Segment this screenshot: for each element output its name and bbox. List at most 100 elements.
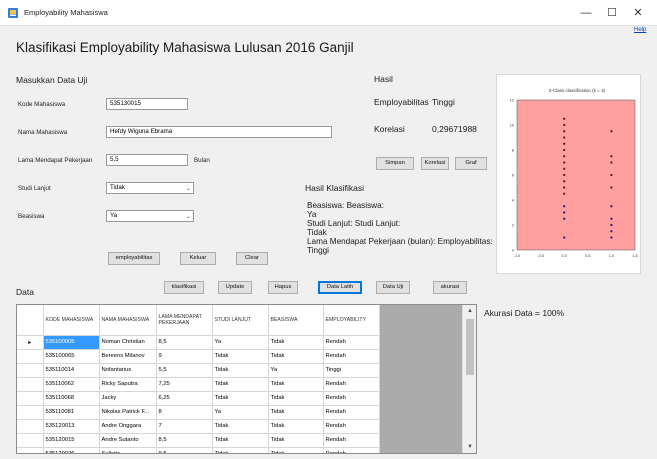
table-row[interactable]: 535110014 Nofantarius 5,5 Tidak Ya Tinggi	[17, 363, 380, 378]
column-header[interactable]: KODE MAHASISWA	[43, 305, 100, 336]
graf-button[interactable]: Graf	[455, 157, 487, 170]
table-cell[interactable]: Ya	[212, 405, 269, 420]
table-cell[interactable]: 535120013	[43, 419, 100, 434]
studi-combo[interactable]: Tidak ⌄	[106, 182, 194, 194]
korelasi-button[interactable]: Korelasi	[421, 157, 449, 170]
nama-input[interactable]: Hefdy Wiguna Ebrama	[106, 126, 332, 138]
table-row[interactable]: 535120015 Andre Sutanto 8,5 Tidak Tidak Renda…	[17, 433, 380, 448]
table-cell[interactable]: Rendah	[323, 419, 380, 434]
minimize-button[interactable]: —	[573, 4, 599, 22]
table-row[interactable]: 535110068 Jacky 6,25 Tidak Tidak Rendah	[17, 391, 380, 406]
table-cell[interactable]: Tidak	[268, 349, 324, 364]
data-latih-button[interactable]: Data Latih	[318, 281, 362, 294]
table-cell[interactable]: Tidak	[212, 447, 269, 453]
table-cell[interactable]: 535120015	[43, 433, 100, 448]
table-cell[interactable]: Ya	[268, 363, 324, 378]
table-cell[interactable]: 535110014	[43, 363, 100, 378]
scroll-up-icon[interactable]: ▲	[463, 305, 477, 317]
table-cell[interactable]: 8,5	[156, 433, 213, 448]
table-cell[interactable]: Rendah	[323, 377, 380, 392]
simpan-button[interactable]: Simpan	[376, 157, 414, 170]
table-cell[interactable]: 8	[156, 405, 213, 420]
column-header[interactable]: EMPLOYABILITY	[323, 305, 380, 336]
table-cell[interactable]: 535120026	[43, 447, 100, 453]
row-header[interactable]	[17, 363, 44, 378]
table-row[interactable]: 535100065 Bereens Milanov 9 Tidak Tidak Renda…	[17, 349, 380, 364]
table-cell[interactable]: Nikolas Patrick F...	[99, 405, 157, 420]
table-row[interactable]: 535120013 Andre Onggara 7 Tidak Tidak Rendah	[17, 419, 380, 434]
row-header[interactable]	[17, 433, 44, 448]
lama-input[interactable]: 5,5	[106, 154, 188, 166]
column-header[interactable]: LAMA MENDAPAT PEKERJAAN	[156, 305, 213, 336]
row-header[interactable]	[17, 447, 44, 453]
vertical-scrollbar[interactable]: ▲ ▼	[462, 305, 476, 453]
row-header[interactable]	[17, 405, 44, 420]
table-cell[interactable]: 535100005	[43, 335, 100, 350]
klasifikasi-button[interactable]: klasifikasi	[164, 281, 204, 294]
table-cell[interactable]: 8,5	[156, 335, 213, 350]
table-cell[interactable]: 9	[156, 349, 213, 364]
table-cell[interactable]: Tidak	[268, 433, 324, 448]
column-header[interactable]: NAMA MAHASISWA	[99, 305, 157, 336]
table-cell[interactable]: Ricky Saputra	[99, 377, 157, 392]
row-header[interactable]	[17, 391, 44, 406]
table-cell[interactable]: Tinggi	[323, 363, 380, 378]
table-cell[interactable]: Nofantarius	[99, 363, 157, 378]
table-cell[interactable]: Tidak	[268, 419, 324, 434]
table-cell[interactable]: Rendah	[323, 433, 380, 448]
kode-input[interactable]: 535130015	[106, 98, 188, 110]
table-cell[interactable]: 6,25	[156, 391, 213, 406]
table-cell[interactable]: Rendah	[323, 349, 380, 364]
employabilitas-button[interactable]: employabilitas	[108, 252, 160, 265]
table-cell[interactable]: Tidak	[212, 433, 269, 448]
hapus-button[interactable]: Hapus	[268, 281, 298, 294]
table-cell[interactable]: Tidak	[268, 405, 324, 420]
scroll-thumb[interactable]	[466, 319, 474, 375]
table-cell[interactable]: 9,5	[156, 447, 213, 453]
close-button[interactable]: ✕	[625, 4, 651, 22]
table-cell[interactable]: Noman Christian	[99, 335, 157, 350]
table-cell[interactable]: 5,5	[156, 363, 213, 378]
table-cell[interactable]: Rendah	[323, 447, 380, 453]
table-cell[interactable]: 535110062	[43, 377, 100, 392]
table-cell[interactable]: Tidak	[268, 335, 324, 350]
data-uji-button[interactable]: Data Uji	[376, 281, 410, 294]
table-cell[interactable]: Jacky	[99, 391, 157, 406]
table-cell[interactable]: Tidak	[268, 391, 324, 406]
table-row[interactable]: 535110062 Ricky Saputra 7,25 Tidak Tidak Rend…	[17, 377, 380, 392]
table-cell[interactable]: Tidak	[212, 349, 269, 364]
akurasi-button[interactable]: akurasi	[433, 281, 467, 294]
column-header[interactable]: STUDI LANJUT	[212, 305, 269, 336]
scroll-down-icon[interactable]: ▼	[463, 441, 477, 453]
row-header[interactable]	[17, 349, 44, 364]
column-header[interactable]: BEASISWA	[268, 305, 324, 336]
table-cell[interactable]: Tidak	[212, 391, 269, 406]
table-cell[interactable]: Rendah	[323, 335, 380, 350]
table-cell[interactable]: Bereens Milanov	[99, 349, 157, 364]
table-cell[interactable]: 535100065	[43, 349, 100, 364]
table-cell[interactable]: Ya	[212, 335, 269, 350]
row-header[interactable]	[17, 419, 44, 434]
beasiswa-combo[interactable]: Ya ⌄	[106, 210, 194, 222]
help-link[interactable]: Help	[634, 27, 646, 33]
table-cell[interactable]: 7	[156, 419, 213, 434]
data-grid[interactable]: KODE MAHASISWA NAMA MAHASISWA LAMA MENDA…	[16, 304, 477, 454]
table-cell[interactable]: Sulistio	[99, 447, 157, 453]
table-cell[interactable]: Rendah	[323, 391, 380, 406]
row-header[interactable]: ▸	[17, 335, 44, 350]
table-cell[interactable]: Andre Sutanto	[99, 433, 157, 448]
table-row[interactable]: 535110081 Nikolas Patrick F... 8 Ya Tidak Ren…	[17, 405, 380, 420]
table-row[interactable]: ▸ 535100005 Noman Christian 8,5 Ya Tidak Renda…	[17, 335, 380, 350]
table-row[interactable]: 535120026 Sulistio 9,5 Tidak Tidak Rendah	[17, 447, 380, 453]
table-cell[interactable]: 535110081	[43, 405, 100, 420]
maximize-button[interactable]: ☐	[599, 4, 625, 22]
clear-button[interactable]: Clear	[236, 252, 268, 265]
table-cell[interactable]: 7,25	[156, 377, 213, 392]
table-cell[interactable]: Tidak	[268, 447, 324, 453]
table-cell[interactable]: Tidak	[268, 377, 324, 392]
table-cell[interactable]: Andre Onggara	[99, 419, 157, 434]
table-cell[interactable]: 535110068	[43, 391, 100, 406]
table-cell[interactable]: Tidak	[212, 377, 269, 392]
table-cell[interactable]: Rendah	[323, 405, 380, 420]
table-cell[interactable]: Tidak	[212, 419, 269, 434]
